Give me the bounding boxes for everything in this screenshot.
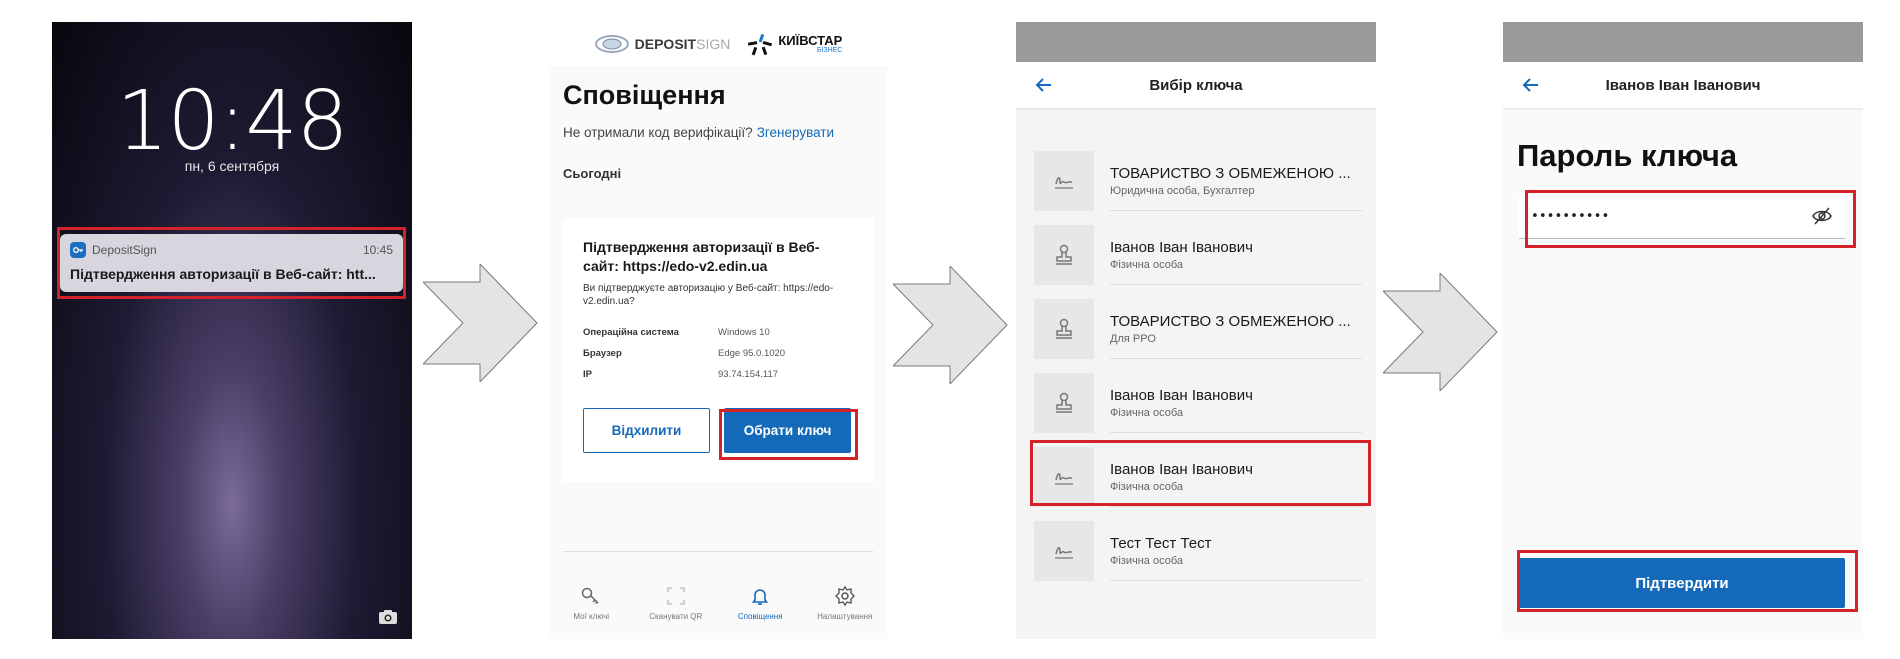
nav-label: Мої ключі bbox=[573, 612, 610, 621]
signature-icon bbox=[1055, 177, 1073, 189]
card-title: Підтвердження авторизації в Веб-сайт: ht… bbox=[583, 239, 820, 274]
status-bar bbox=[1016, 22, 1376, 62]
decline-button[interactable]: Відхилити bbox=[583, 408, 710, 453]
highlight-notification bbox=[57, 227, 406, 299]
nav-item-my-keys[interactable]: Мої ключі bbox=[551, 585, 631, 639]
highlight-selected-key bbox=[1030, 440, 1371, 506]
arrow-right-icon bbox=[1383, 273, 1498, 391]
highlight-choose-key bbox=[719, 409, 858, 460]
brand-header: DEPOSIT SIGN КИЇВСТАР БІЗНЕС bbox=[549, 22, 887, 66]
app-header: Іванов Іван Іванович bbox=[1503, 62, 1863, 108]
lock-time: 10:48 bbox=[116, 74, 348, 169]
nav-label: Сканувати QR bbox=[649, 612, 703, 621]
section-today: Сьогодні bbox=[563, 166, 622, 181]
gear-icon bbox=[834, 585, 855, 607]
workflow-screens: 10:48 пн, 6 сентября DepositSign 10:45 П… bbox=[0, 0, 1900, 659]
key-name: ТОВАРИСТВО З ОБМЕЖЕНОЮ ... bbox=[1110, 312, 1351, 330]
nav-item-notifications[interactable]: Сповіщення bbox=[720, 585, 800, 639]
detail-row: IP 93.74.154.117 bbox=[583, 364, 854, 385]
depositsign-light: SIGN bbox=[696, 36, 731, 52]
detail-key: Операційна система bbox=[583, 327, 679, 338]
key-type: Юридична особа, Бухгалтер bbox=[1110, 184, 1255, 197]
nav-item-settings[interactable]: Налаштування bbox=[805, 585, 885, 639]
kyivstar-star-icon bbox=[748, 33, 773, 56]
key-name: Іванов Іван Іванович bbox=[1110, 386, 1253, 404]
stamp-icon bbox=[1056, 318, 1072, 339]
highlight-password-field bbox=[1525, 190, 1856, 248]
lock-date: пн, 6 сентября bbox=[184, 158, 280, 174]
highlight-confirm-button bbox=[1517, 550, 1858, 612]
qr-scan-icon bbox=[667, 587, 685, 605]
kyivstar-logo: КИЇВСТАР БІЗНЕС bbox=[746, 32, 842, 56]
resend-row: Не отримали код верифікації? Згенерувати bbox=[563, 125, 887, 140]
depositsign-logo: DEPOSIT SIGN bbox=[594, 34, 731, 54]
stamp-icon bbox=[1056, 392, 1072, 413]
divider bbox=[563, 551, 873, 552]
key-type: Фізична особа bbox=[1110, 554, 1183, 567]
kyivstar-name: КИЇВСТАР bbox=[778, 33, 843, 48]
back-arrow-icon[interactable] bbox=[1521, 75, 1541, 95]
key-type: Фізична особа bbox=[1110, 406, 1183, 419]
status-bar bbox=[1503, 22, 1863, 62]
resend-link[interactable]: Згенерувати bbox=[757, 125, 834, 140]
app-header: Вибір ключа bbox=[1016, 62, 1376, 108]
header-title: Вибір ключа bbox=[1149, 76, 1243, 94]
key-name: Тест Тест Тест bbox=[1110, 534, 1212, 552]
page-title: Пароль ключа bbox=[1517, 138, 1738, 173]
key-type: Для РРО bbox=[1110, 332, 1156, 345]
stamp-icon bbox=[1056, 244, 1072, 265]
header-title: Іванов Іван Іванович bbox=[1605, 76, 1761, 94]
detail-row: Операційна система Windows 10 bbox=[583, 322, 854, 343]
resend-text: Не отримали код верифікації? bbox=[563, 125, 753, 140]
detail-value: Windows 10 bbox=[718, 327, 770, 338]
key-item[interactable]: Іванов Іван Іванович Фізична особа bbox=[1034, 366, 1362, 440]
bottom-nav: Мої ключі Сканувати QR Сповіщення Налашт… bbox=[549, 577, 887, 639]
depositsign-bold: DEPOSIT bbox=[634, 36, 697, 52]
key-list: ТОВАРИСТВО З ОБМЕЖЕНОЮ ... Юридична особа… bbox=[1034, 144, 1362, 588]
key-item[interactable]: ТОВАРИСТВО З ОБМЕЖЕНОЮ ... Юридична особа… bbox=[1034, 144, 1362, 218]
key-type: Фізична особа bbox=[1110, 258, 1183, 271]
key-item[interactable]: Тест Тест Тест Фізична особа bbox=[1034, 514, 1362, 588]
camera-icon[interactable] bbox=[378, 609, 398, 625]
detail-value: Edge 95.0.1020 bbox=[718, 348, 786, 359]
key-name: ТОВАРИСТВО З ОБМЕЖЕНОЮ ... bbox=[1110, 164, 1351, 182]
card-details: Операційна система Windows 10 Браузер Ed… bbox=[583, 322, 854, 385]
back-arrow-icon[interactable] bbox=[1034, 75, 1054, 95]
key-name: Іванов Іван Іванович bbox=[1110, 238, 1253, 256]
lock-screen: 10:48 пн, 6 сентября DepositSign 10:45 П… bbox=[52, 22, 412, 639]
card-subtitle: Ви підтверджуєте авторизацію у Веб-сайт:… bbox=[583, 283, 834, 307]
password-screen: Іванов Іван Іванович Пароль ключа Підтве… bbox=[1503, 22, 1863, 639]
detail-key: IP bbox=[583, 369, 592, 380]
depositsign-mark-icon bbox=[594, 35, 629, 53]
kyivstar-sub: БІЗНЕС bbox=[816, 47, 843, 54]
key-item[interactable]: ТОВАРИСТВО З ОБМЕЖЕНОЮ ... Для РРО bbox=[1034, 292, 1362, 366]
nav-label: Сповіщення bbox=[737, 612, 783, 621]
detail-key: Браузер bbox=[583, 348, 622, 359]
key-icon bbox=[582, 587, 599, 605]
nav-label: Налаштування bbox=[817, 612, 873, 621]
bell-icon bbox=[752, 589, 769, 605]
notifications-screen: DEPOSIT SIGN КИЇВСТАР БІЗНЕС Сповіщення Н… bbox=[549, 22, 887, 639]
key-item[interactable]: Іванов Іван Іванович Фізична особа bbox=[1034, 218, 1362, 292]
arrow-right-icon bbox=[423, 264, 538, 382]
detail-value: 93.74.154.117 bbox=[718, 369, 779, 380]
nav-item-scan-qr[interactable]: Сканувати QR bbox=[636, 585, 716, 639]
page-title: Сповіщення bbox=[563, 80, 726, 110]
signature-icon bbox=[1055, 547, 1073, 559]
detail-row: Браузер Edge 95.0.1020 bbox=[583, 343, 854, 364]
arrow-right-icon bbox=[893, 266, 1008, 384]
